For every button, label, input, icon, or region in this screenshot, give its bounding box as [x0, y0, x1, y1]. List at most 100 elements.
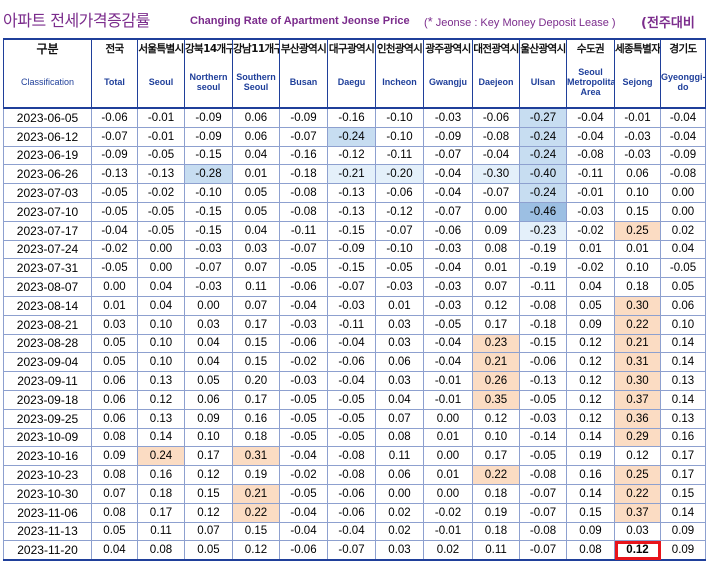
value-cell: -0.12: [327, 145, 376, 166]
value-cell: 0.12: [137, 389, 185, 410]
value-cell: 0.00: [184, 295, 233, 316]
value-cell: 0.12: [472, 295, 520, 316]
value-cell: -0.05: [660, 258, 706, 279]
value-cell: -0.01: [137, 126, 185, 147]
value-cell: 0.03: [375, 314, 424, 335]
value-cell: 0.06: [375, 352, 424, 373]
value-cell: -0.11: [375, 145, 424, 166]
table-row: 2023-08-28 0.05 0.10 0.04 0.15 -0.06 -0.04 0.03…: [3, 333, 706, 354]
value-cell: -0.06: [279, 333, 328, 354]
value-cell: -0.24: [327, 126, 376, 147]
value-cell: 0.09: [184, 408, 233, 429]
value-cell: -0.19: [519, 239, 567, 260]
value-cell: -0.06: [375, 183, 424, 203]
value-cell: 0.19: [566, 446, 615, 467]
value-cell: -0.28: [184, 164, 233, 185]
value-cell: 0.05: [232, 201, 280, 222]
value-cell: 0.08: [91, 502, 138, 523]
value-cell: -0.07: [519, 540, 567, 561]
value-cell: 0.16: [566, 465, 615, 485]
row-date: 2023-06-26: [3, 164, 92, 185]
value-cell: 0.35: [472, 389, 520, 410]
value-cell: 0.10: [137, 352, 185, 373]
value-cell: -0.10: [375, 126, 424, 147]
value-cell: 0.08: [375, 427, 424, 448]
value-cell: -0.01: [614, 107, 661, 128]
value-cell: 0.10: [137, 314, 185, 335]
value-cell: 0.17: [660, 446, 706, 467]
table-row: 2023-10-30 0.07 0.18 0.15 0.21 -0.05 -0.06 0.00…: [3, 483, 706, 504]
value-cell: 0.01: [472, 258, 520, 279]
value-cell: 0.06: [91, 371, 138, 391]
value-cell: 0.14: [660, 333, 706, 354]
value-cell: 0.03: [375, 371, 424, 391]
table-row: 2023-11-13 0.05 0.11 0.07 0.15 -0.04 -0.04 0.02…: [3, 521, 706, 542]
value-cell: -0.01: [423, 521, 473, 542]
value-cell: -0.08: [327, 465, 376, 485]
header-col-en: Gyeonggi-do: [660, 57, 706, 109]
value-cell: 0.09: [91, 446, 138, 467]
note-mark: *: [427, 14, 433, 29]
value-cell: -0.03: [423, 107, 473, 128]
value-cell: 0.22: [614, 483, 661, 504]
value-cell: -0.07: [327, 540, 376, 561]
value-cell: -0.04: [423, 258, 473, 279]
value-cell: 0.03: [184, 314, 233, 335]
value-cell: 0.02: [660, 220, 706, 241]
value-cell: -0.07: [91, 126, 138, 147]
value-cell: -0.23: [519, 220, 567, 241]
value-cell: -0.46: [519, 201, 567, 222]
value-cell: -0.12: [375, 201, 424, 222]
value-cell: 0.13: [137, 408, 185, 429]
value-cell: 0.00: [423, 408, 473, 429]
value-cell: 0.00: [423, 446, 473, 467]
value-cell: 0.09: [472, 220, 520, 241]
value-cell: 0.11: [472, 540, 520, 561]
title-note: (* Jeonse : Key Money Deposit Lease ): [424, 14, 616, 29]
table-row: 2023-06-19 -0.09 -0.05 -0.15 0.04 -0.16 -0.12-…: [3, 145, 706, 166]
table-row: 2023-08-07 0.00 0.04 -0.03 0.11 -0.06 -0.07 -0.…: [3, 277, 706, 297]
value-cell: 0.00: [660, 183, 706, 203]
value-cell: -0.06: [279, 540, 328, 561]
value-cell: 0.02: [423, 540, 473, 561]
value-cell: 0.09: [566, 521, 615, 542]
table-row: 2023-06-05 -0.06 -0.01 -0.09 0.06 -0.09 -0.16-…: [3, 107, 706, 128]
value-cell: 0.06: [375, 465, 424, 485]
value-cell: 0.08: [472, 239, 520, 260]
value-cell: -0.13: [327, 201, 376, 222]
value-cell: -0.03: [279, 371, 328, 391]
value-cell: 0.14: [660, 352, 706, 373]
value-cell: 0.07: [232, 295, 280, 316]
value-cell: 0.22: [232, 502, 280, 523]
table-row: 2023-09-04 0.05 0.10 0.04 0.15 -0.02 -0.06 0.06…: [3, 352, 706, 373]
value-cell: 0.01: [566, 239, 615, 260]
value-cell: 0.06: [232, 126, 280, 147]
row-date: 2023-07-17: [3, 220, 92, 241]
value-cell: 0.07: [375, 408, 424, 429]
value-cell: 0.08: [566, 540, 615, 561]
value-cell: -0.06: [327, 502, 376, 523]
value-cell: 0.01: [91, 295, 138, 316]
value-cell: -0.06: [327, 483, 376, 504]
value-cell: 0.13: [660, 408, 706, 429]
value-cell: -0.01: [137, 107, 185, 128]
value-cell: -0.09: [184, 107, 233, 128]
value-cell: 0.17: [184, 446, 233, 467]
value-cell: -0.13: [91, 164, 138, 185]
value-cell: -0.03: [327, 295, 376, 316]
value-cell: -0.20: [375, 164, 424, 185]
value-cell: 0.23: [472, 333, 520, 354]
value-cell: -0.07: [423, 201, 473, 222]
value-cell: -0.09: [91, 145, 138, 166]
value-cell: -0.06: [472, 107, 520, 128]
value-cell: -0.24: [519, 126, 567, 147]
header-row-english: Classification Total Seoul Northern seoul So…: [3, 57, 706, 109]
value-cell: 0.01: [423, 465, 473, 485]
value-cell: -0.11: [279, 220, 328, 241]
value-cell: -0.04: [327, 521, 376, 542]
row-date: 2023-08-21: [3, 314, 92, 335]
value-cell: -0.21: [327, 164, 376, 185]
value-cell: 0.04: [566, 277, 615, 297]
row-date: 2023-08-28: [3, 333, 92, 354]
value-cell: -0.07: [519, 502, 567, 523]
